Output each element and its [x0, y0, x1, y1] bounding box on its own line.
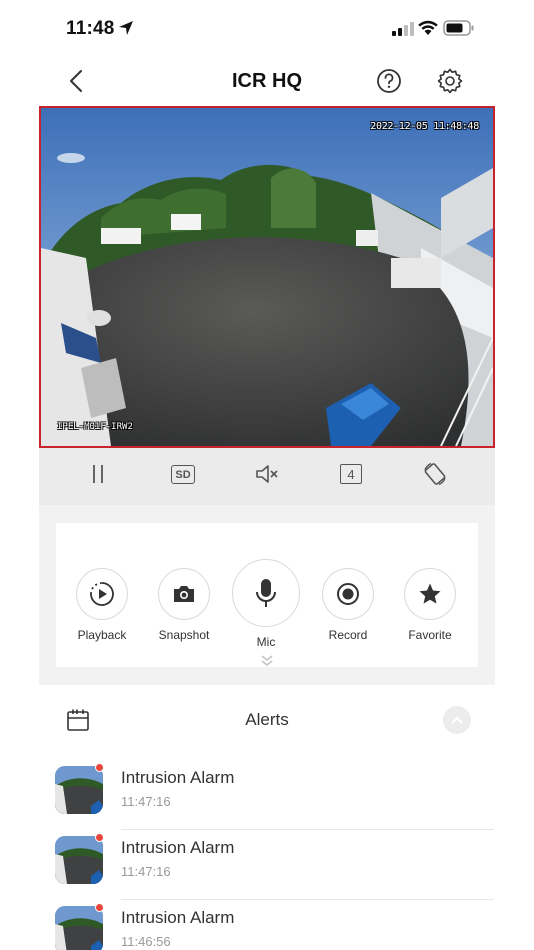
chevron-up-icon [451, 716, 463, 724]
rotate-screen-icon [424, 462, 446, 486]
record-icon [337, 583, 359, 605]
playback-control-bar: SD 4 [39, 448, 495, 505]
alert-list-item[interactable]: Intrusion Alarm 11:47:16 [0, 760, 534, 830]
collapse-alerts-button[interactable] [443, 706, 471, 734]
snapshot-button[interactable]: Snapshot [144, 568, 224, 642]
playback-button[interactable]: Playback [62, 568, 142, 642]
alert-name: Intrusion Alarm [121, 768, 235, 787]
action-panel: Playback Snapshot Mic Record Favorite [56, 523, 478, 667]
camera-fisheye-image [41, 108, 493, 446]
alert-thumbnail [55, 766, 103, 814]
microphone-icon [256, 579, 276, 607]
expand-panel-chevron-icon[interactable] [259, 653, 275, 669]
camera-icon [174, 586, 194, 602]
alert-thumbnail [55, 836, 103, 884]
split-count-label: 4 [347, 466, 355, 482]
unread-dot [95, 833, 104, 842]
rotate-button[interactable] [421, 460, 449, 488]
stream-quality-button[interactable]: SD [169, 460, 197, 488]
playback-circle [76, 568, 128, 620]
location-arrow-icon [119, 21, 133, 35]
alert-thumbnail-image [55, 906, 103, 950]
unread-dot [95, 903, 104, 912]
split-count-icon: 4 [340, 464, 362, 484]
battery-icon [443, 20, 474, 36]
video-timestamp: 2022-12-05 11:48:48 [370, 121, 479, 132]
status-time: 11:48 [66, 18, 115, 39]
speaker-muted-icon [256, 465, 278, 483]
mute-button[interactable] [253, 460, 281, 488]
alert-thumbnail-image [55, 766, 103, 814]
favorite-button[interactable]: Favorite [390, 568, 470, 642]
alert-thumbnail [55, 906, 103, 950]
favorite-circle [404, 568, 456, 620]
help-icon[interactable] [376, 68, 402, 94]
mic-circle [232, 559, 300, 627]
live-video-feed[interactable]: 2022-12-05 11:48:48 IPEL-M01F-IRW2 [39, 106, 495, 448]
unread-dot [95, 763, 104, 772]
snapshot-circle [158, 568, 210, 620]
star-icon [419, 583, 441, 604]
gear-icon[interactable] [437, 68, 463, 94]
nav-bar: ICR HQ [0, 58, 534, 104]
alert-thumbnail-image [55, 836, 103, 884]
playback-label: Playback [77, 628, 127, 642]
pause-icon [93, 465, 103, 483]
stream-quality-label: SD [175, 468, 191, 481]
record-label: Record [328, 628, 368, 642]
split-screen-button[interactable]: 4 [337, 460, 365, 488]
playback-icon [90, 582, 114, 606]
alert-time: 11:46:56 [121, 934, 171, 949]
alert-time: 11:47:16 [121, 794, 171, 809]
alert-list-item[interactable]: Intrusion Alarm 11:47:16 [0, 830, 534, 900]
status-bar: 11:48 [0, 0, 534, 58]
snapshot-label: Snapshot [158, 628, 210, 642]
wifi-icon [418, 20, 438, 35]
camera-label: IPEL-M01F-IRW2 [57, 422, 133, 432]
sd-quality-icon: SD [171, 464, 195, 484]
cellular-signal-icon [392, 22, 414, 36]
alert-name: Intrusion Alarm [121, 908, 235, 927]
alert-name: Intrusion Alarm [121, 838, 235, 857]
record-button[interactable]: Record [308, 568, 388, 642]
record-circle [322, 568, 374, 620]
alert-list-item[interactable]: Intrusion Alarm 11:46:56 [0, 900, 534, 950]
alerts-header: Alerts [0, 700, 534, 740]
pause-button[interactable] [84, 460, 112, 488]
mic-button[interactable]: Mic [226, 559, 306, 649]
mic-label: Mic [256, 635, 276, 649]
favorite-label: Favorite [408, 628, 452, 642]
alert-time: 11:47:16 [121, 864, 171, 879]
